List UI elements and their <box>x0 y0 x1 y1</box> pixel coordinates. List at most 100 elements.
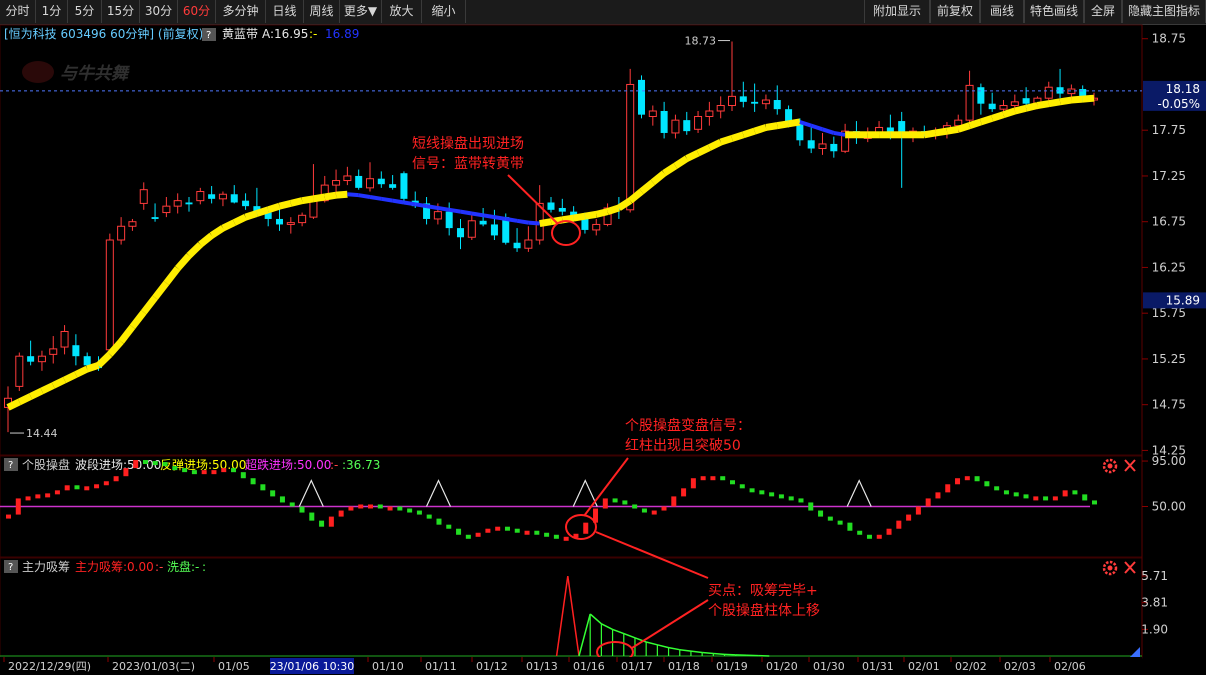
main-header: [恒为科技 603496 60分钟] (前复权) ? 黄蓝带 A:16.95 :… <box>4 26 359 41</box>
band-segment-38 <box>426 204 439 210</box>
band-segment-50 <box>561 214 575 224</box>
panel2-bar-7 <box>74 485 80 490</box>
panel2-bar-89 <box>876 534 882 539</box>
band-segment-8 <box>86 362 100 373</box>
price-tick-label-1: 17.75 <box>1152 123 1186 137</box>
band-segment-85 <box>957 122 971 133</box>
price-tick-label-4: 16.25 <box>1152 260 1186 274</box>
panel2-bar-90 <box>886 528 892 535</box>
panel2-bar-49 <box>485 528 491 533</box>
band-segment-62 <box>696 144 711 157</box>
panel2-bar-108 <box>1062 490 1068 497</box>
panel2-bar-55 <box>544 532 550 537</box>
annotation2-line1: 个股操盘变盘信号： <box>625 417 751 434</box>
band-segment-44 <box>494 215 507 221</box>
band-segment-36 <box>403 200 416 207</box>
current-price-box: 18.18 -0.05% <box>1143 80 1206 111</box>
annotation1-line2: 信号：蓝带转黄带 <box>412 155 524 172</box>
band-segment-40 <box>448 207 461 214</box>
panel2-bar-34 <box>338 510 344 517</box>
panel2-bar-43 <box>426 514 432 519</box>
panel2-bar-51 <box>504 526 510 531</box>
panel2-bar-70 <box>690 478 696 489</box>
panel2-bar-3 <box>35 494 41 499</box>
candle-35 <box>400 171 408 204</box>
date-label-8: 01/17 <box>621 660 653 673</box>
panel2-bar-29 <box>289 502 295 507</box>
panel2-bar-15 <box>152 461 158 466</box>
panel2-bar-65 <box>641 508 647 513</box>
band-segment-35 <box>392 198 405 205</box>
panel2-bar-50 <box>495 526 501 531</box>
panel2-bar-17 <box>172 466 178 471</box>
panel3-name: 主力吸筹 <box>22 560 70 574</box>
panel2-bar-56 <box>553 534 559 539</box>
band-segment-30 <box>335 190 348 199</box>
band-segment-32 <box>358 193 371 199</box>
date-label-6: 01/13 <box>526 660 558 673</box>
panel2-bar-45 <box>446 524 452 529</box>
band-segment-53 <box>595 208 609 218</box>
marker-price-value: 15.89 <box>1166 293 1200 307</box>
panel2-bar-85 <box>837 520 843 525</box>
band-segment-63 <box>707 138 723 151</box>
panel2-bar-80 <box>788 496 794 501</box>
panel2-bar-110 <box>1082 494 1088 501</box>
band-segment-88 <box>991 111 1005 122</box>
svg-text:?: ? <box>8 562 13 573</box>
panel2-bar-36 <box>358 504 364 509</box>
indicator-value: A:16.95 <box>262 27 308 41</box>
panel2-bar-64 <box>632 504 638 509</box>
band-segment-2 <box>17 393 33 406</box>
band-segment-93 <box>1048 98 1061 108</box>
panel2-bar-105 <box>1033 496 1039 501</box>
panel2-bar-44 <box>436 518 442 525</box>
panel2-bar-30 <box>299 506 305 513</box>
date-label-15: 02/02 <box>955 660 987 673</box>
panel2-bar-63 <box>622 500 628 505</box>
panel2-bar-46 <box>456 528 462 535</box>
band-segment-82 <box>923 129 937 139</box>
band-segment-22 <box>244 210 258 221</box>
band-segment-37 <box>414 202 427 209</box>
panel2-bar-2 <box>25 496 31 501</box>
band-segment-52 <box>584 210 597 220</box>
date-label-4: 01/11 <box>425 660 457 673</box>
panel2-bar-35 <box>348 506 354 511</box>
band-segment-6 <box>63 371 78 384</box>
panel2-bar-6 <box>64 485 70 491</box>
band-segment-5 <box>51 376 67 389</box>
panel2-bar-61 <box>602 498 608 509</box>
price-tick-label-2: 17.25 <box>1152 169 1186 183</box>
panel2-bar-28 <box>279 496 285 503</box>
band-segment-48 <box>539 218 552 227</box>
candle-9 <box>105 233 114 353</box>
panel2-bar-77 <box>759 490 765 495</box>
panel2-bar-107 <box>1052 496 1058 501</box>
panel2-bar-82 <box>808 502 814 511</box>
panel3-field4: : <box>202 560 206 574</box>
panel2-bar-93 <box>915 506 921 515</box>
band-segment-94 <box>1059 96 1072 106</box>
band-segment-4 <box>40 382 55 395</box>
band-segment-51 <box>573 212 586 222</box>
panel2-bar-54 <box>534 530 540 535</box>
panel3-tick-label-2: 1.90 <box>1141 622 1168 636</box>
panel2-bar-19 <box>191 470 197 475</box>
band-segment-31 <box>347 192 359 198</box>
panel2-bar-96 <box>945 484 951 493</box>
panel2-bar-68 <box>671 496 677 507</box>
panel2-bar-14 <box>142 460 148 465</box>
panel2-bar-1 <box>15 498 21 515</box>
panel2-bar-26 <box>260 484 266 491</box>
panel2-bar-94 <box>925 498 931 507</box>
panel2-bar-24 <box>240 472 246 479</box>
panel2-bar-27 <box>270 490 276 497</box>
panel2-bar-0 <box>6 514 11 519</box>
band-segment-24 <box>267 202 281 214</box>
annotation2-line2: 红柱出现且突破50 <box>625 438 741 454</box>
date-label-3: 01/10 <box>372 660 404 673</box>
band-segment-92 <box>1036 100 1050 109</box>
panel3-axis: 5.71 3.81 1.90 <box>1141 569 1168 636</box>
date-label-5: 01/12 <box>476 660 508 673</box>
